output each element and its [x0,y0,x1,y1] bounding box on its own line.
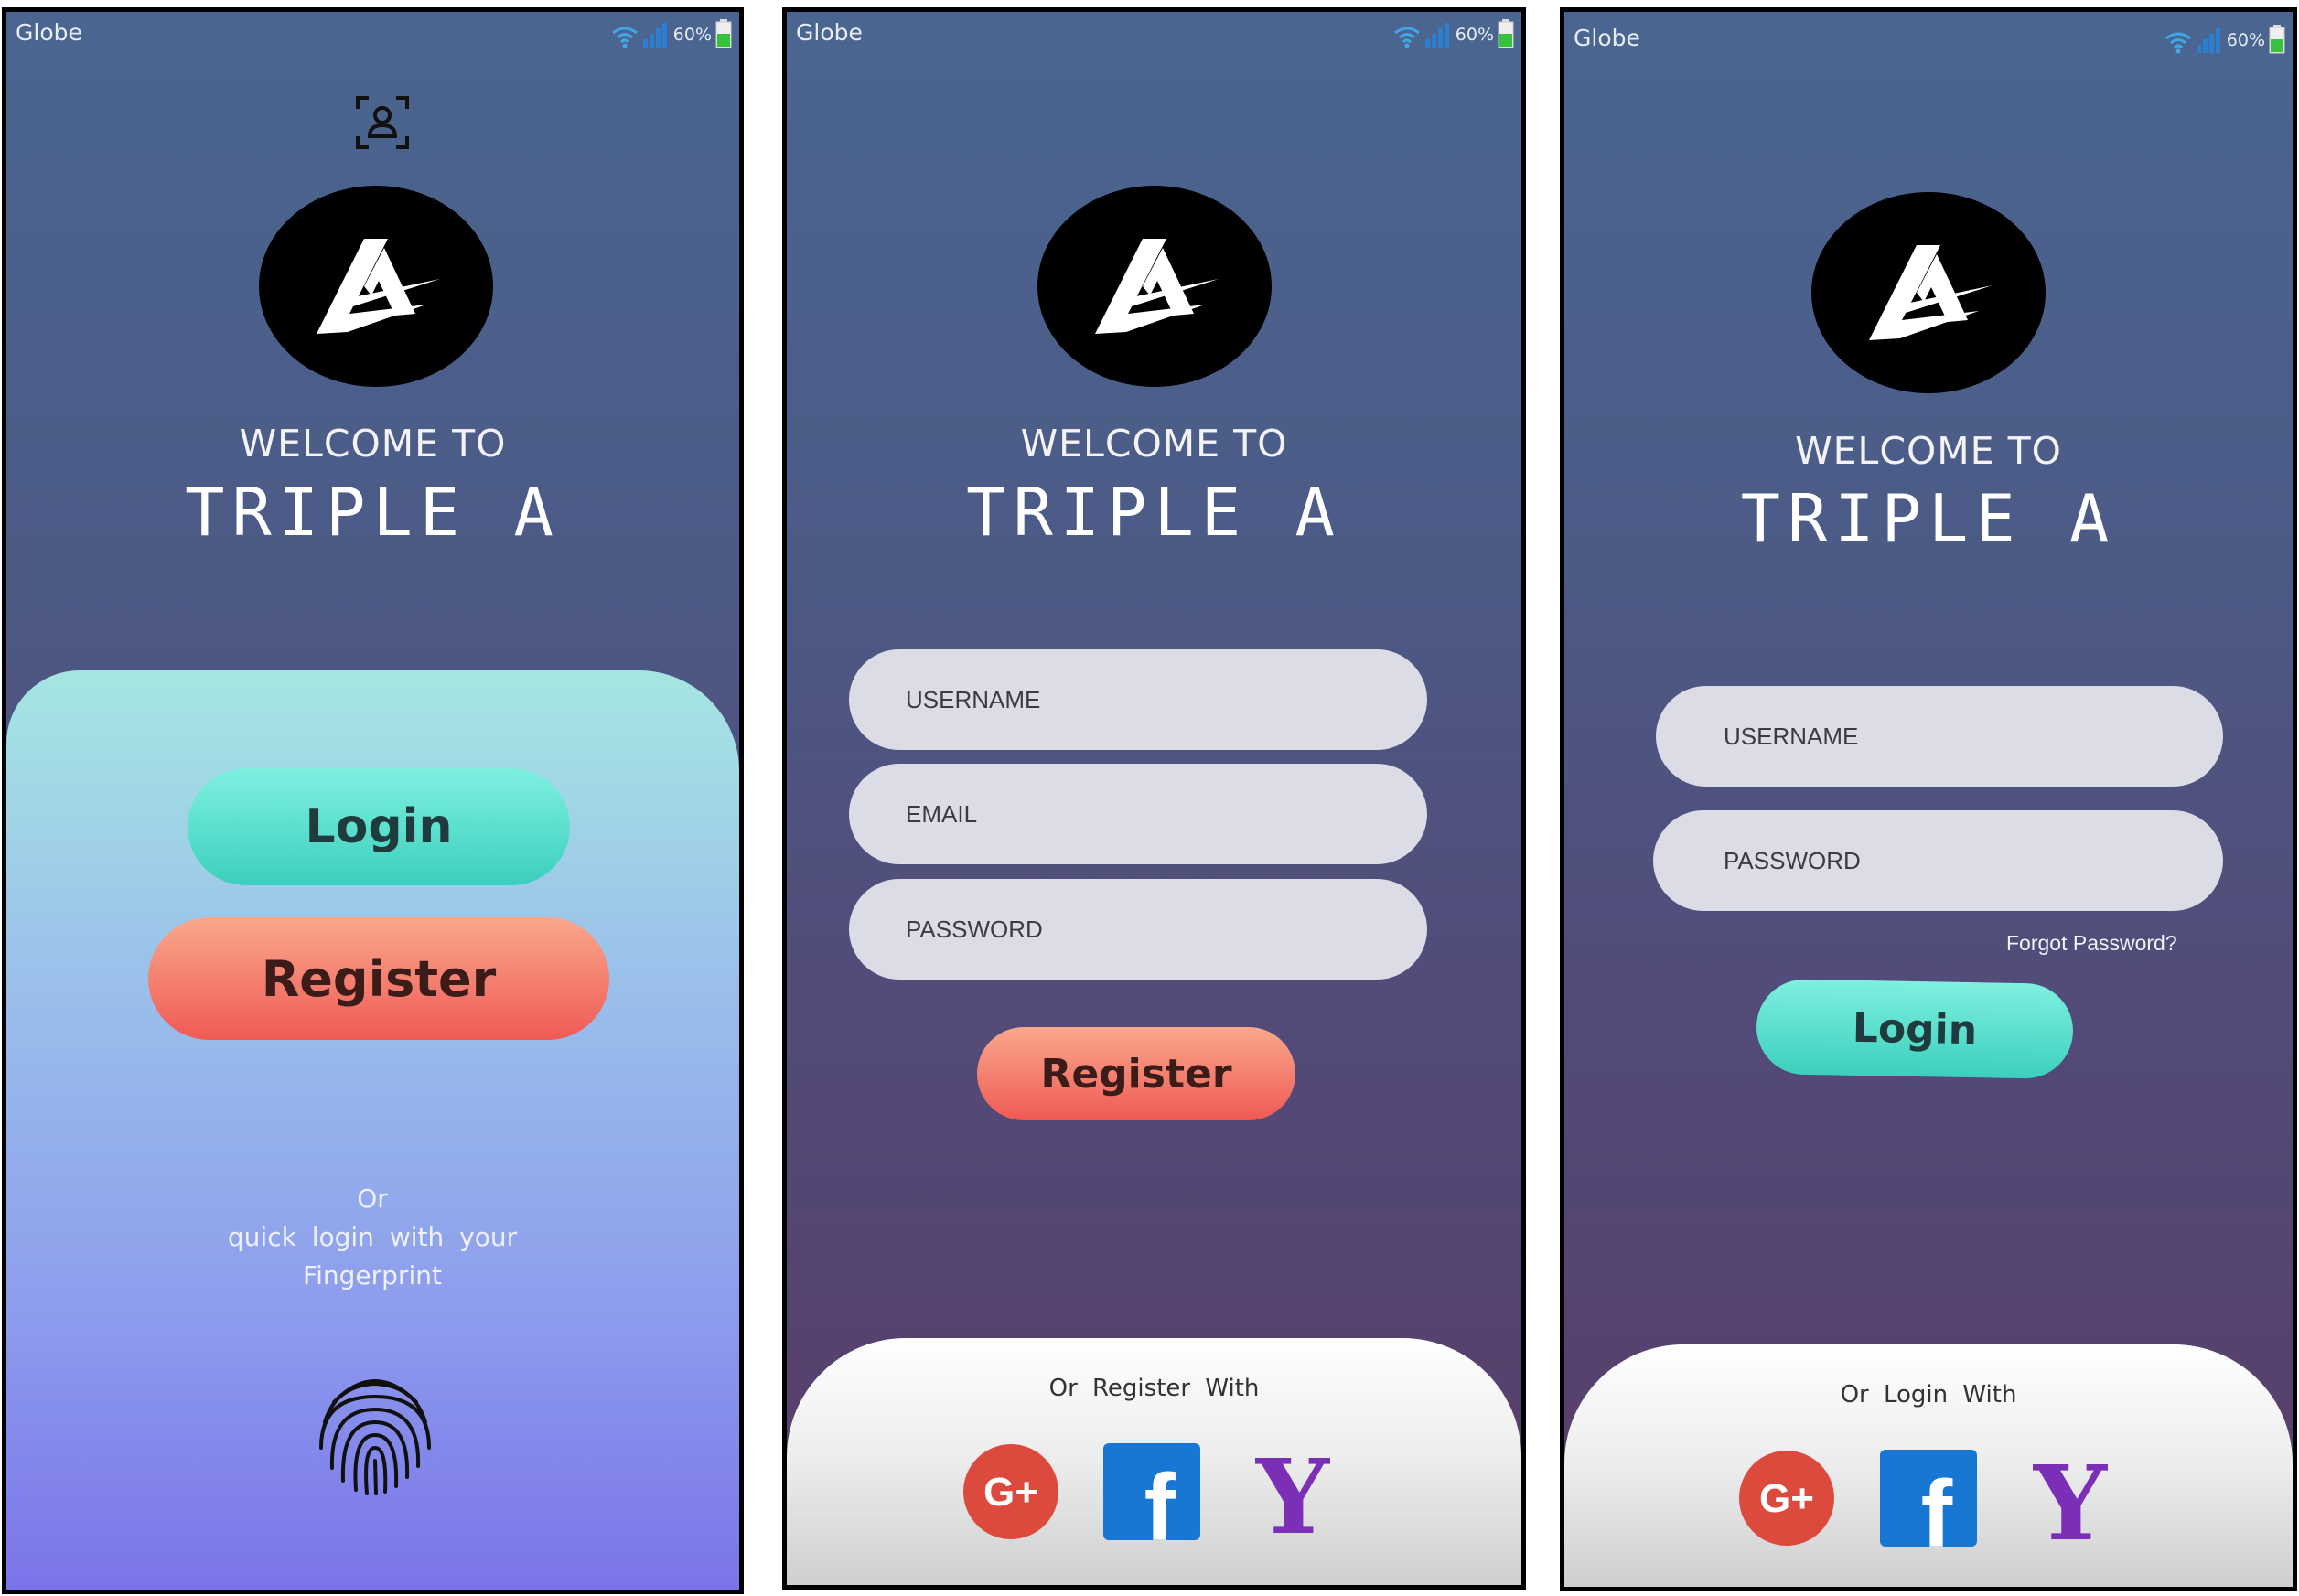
brand-name: TRIPLE A [1740,480,2117,557]
brand-name: TRIPLE A [185,474,561,551]
quick-login-line2: quick login with your [227,1222,518,1252]
battery-icon [2269,25,2285,54]
carrier-name: Globe [1574,25,1640,51]
status-indicators: 60% [2165,23,2285,54]
welcome-text: WELCOME TO [239,422,507,466]
status-indicators: 60% [1393,17,1514,48]
battery-percent: 60% [1455,25,1494,45]
svg-text:G+: G+ [983,1470,1038,1515]
status-bar: Globe 60% [1564,12,2293,54]
google-plus-icon[interactable]: G+ [1738,1450,1835,1547]
social-caption: Or Register With [1048,1375,1260,1402]
quick-login-line1: Or [357,1184,388,1214]
username-field[interactable]: USERNAME [1656,686,2223,787]
battery-percent: 60% [672,25,712,45]
quick-login-hint: Or quick login with your Fingerprint [189,1180,555,1295]
triple-a-logo-icon [317,239,440,334]
svg-text:Y: Y [2033,1450,2108,1547]
brand-name: TRIPLE A [966,474,1342,551]
svg-text:f: f [1921,1462,1953,1547]
welcome-text: WELCOME TO [1795,429,2062,473]
svg-text:G+: G+ [1759,1476,1814,1521]
face-id-icon[interactable] [354,94,411,151]
social-caption: Or Login With [1840,1381,2017,1409]
welcome-text: WELCOME TO [1020,422,1288,466]
forgot-password-link[interactable]: Forgot Password? [2006,931,2177,956]
login-screen: Globe 60% WELCOME TO TRIPLE A USERNAME P… [1560,7,2297,1591]
register-button[interactable]: Register [148,917,609,1040]
status-bar: Globe 60% [787,12,1521,54]
svg-text:Y: Y [1255,1443,1330,1540]
register-button[interactable]: Register [977,1027,1295,1120]
triple-a-logo-icon [1095,239,1219,334]
battery-percent: 60% [2226,30,2265,50]
login-button[interactable]: Login [1756,978,2074,1080]
wifi-icon [611,27,638,48]
carrier-name: Globe [796,19,863,46]
signal-icon [1424,23,1449,48]
yahoo-icon[interactable]: Y [2022,1450,2119,1547]
carrier-name: Globe [16,19,82,46]
triple-a-logo [259,186,493,387]
social-login-panel: Or Login With G+ f Y [1564,1344,2293,1587]
google-plus-icon[interactable]: G+ [962,1443,1059,1540]
login-button[interactable]: Login [188,768,570,885]
triple-a-logo [1811,192,2046,393]
status-indicators: 60% [611,17,732,48]
battery-icon [715,19,732,48]
fingerprint-icon[interactable] [308,1366,442,1499]
home-screen: Globe 60% WELCOME TO TRIPLE A Login Regi… [2,7,744,1594]
register-screen: Globe 60% WELCOME TO TRIPLE A USERNAME E… [782,7,1526,1590]
facebook-icon[interactable]: f [1103,1443,1200,1540]
status-bar: Globe 60% [6,12,739,54]
quick-login-line3: Fingerprint [303,1260,442,1291]
triple-a-logo [1037,186,1272,387]
email-field[interactable]: EMAIL [849,764,1427,864]
signal-icon [642,23,667,48]
password-field[interactable]: PASSWORD [849,879,1427,980]
yahoo-icon[interactable]: Y [1244,1443,1341,1540]
social-register-panel: Or Register With G+ f Y [787,1338,1521,1585]
wifi-icon [1393,27,1420,48]
triple-a-logo-icon [1869,245,1993,340]
password-field[interactable]: PASSWORD [1653,810,2223,911]
facebook-icon[interactable]: f [1880,1450,1977,1547]
svg-text:f: f [1144,1455,1176,1540]
battery-icon [1498,19,1514,48]
signal-icon [2196,28,2220,53]
wifi-icon [2165,32,2191,54]
username-field[interactable]: USERNAME [849,649,1427,750]
